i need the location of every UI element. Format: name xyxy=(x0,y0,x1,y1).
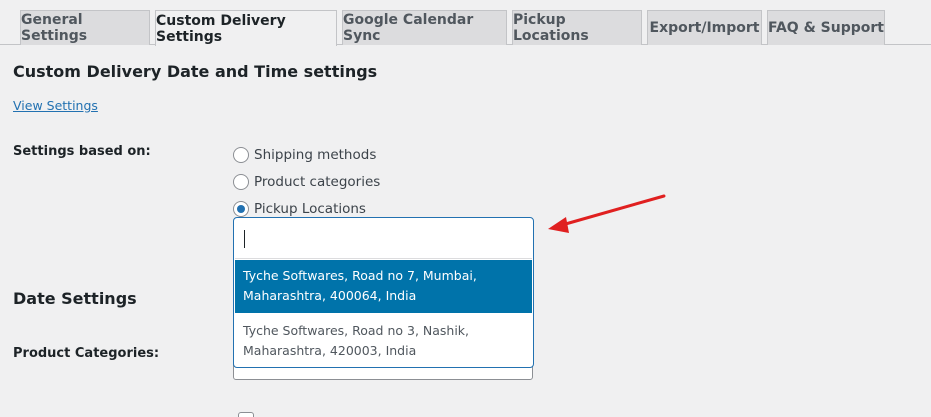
pickup-locations-dropdown[interactable]: Tyche Softwares, Road no 7, Mumbai, Maha… xyxy=(233,217,534,368)
dropdown-search-input[interactable] xyxy=(235,219,532,259)
dropdown-option-nashik[interactable]: Tyche Softwares, Road no 3, Nashik, Maha… xyxy=(235,314,532,367)
radio-button[interactable] xyxy=(233,147,249,163)
radio-option-pickup-locations[interactable]: Pickup Locations xyxy=(233,199,366,219)
page-title: Custom Delivery Date and Time settings xyxy=(13,62,378,81)
radio-label: Product categories xyxy=(254,174,381,190)
settings-based-on-label: Settings based on: xyxy=(13,144,151,159)
text-cursor xyxy=(244,230,245,248)
date-settings-title: Date Settings xyxy=(13,289,137,308)
tab-general-settings[interactable]: General Settings xyxy=(20,10,150,45)
settings-tab-bar: General Settings Custom Delivery Setting… xyxy=(0,0,931,46)
tab-google-calendar-sync[interactable]: Google Calendar Sync xyxy=(342,10,507,45)
radio-button-checked[interactable] xyxy=(233,201,249,217)
radio-button[interactable] xyxy=(233,174,249,190)
radio-option-shipping-methods[interactable]: Shipping methods xyxy=(233,145,376,165)
radio-option-product-categories[interactable]: Product categories xyxy=(233,172,380,192)
dropdown-option-mumbai[interactable]: Tyche Softwares, Road no 7, Mumbai, Maha… xyxy=(235,260,532,313)
checkbox[interactable] xyxy=(238,412,254,417)
option-line-2: Maharashtra, 400064, India xyxy=(243,288,417,303)
tab-pickup-locations[interactable]: Pickup Locations xyxy=(512,10,642,45)
tab-export-import[interactable]: Export/Import xyxy=(647,10,762,45)
option-line-2: Maharashtra, 420003, India xyxy=(243,343,417,358)
product-categories-label: Product Categories: xyxy=(13,346,160,361)
tab-faq-support[interactable]: FAQ & Support xyxy=(767,10,885,45)
view-settings-link[interactable]: View Settings xyxy=(13,98,98,113)
option-line-1: Tyche Softwares, Road no 3, Nashik, xyxy=(243,323,470,338)
radio-label: Pickup Locations xyxy=(254,201,366,217)
option-line-1: Tyche Softwares, Road no 7, Mumbai, xyxy=(243,268,477,283)
radio-label: Shipping methods xyxy=(254,147,377,163)
tab-custom-delivery-settings[interactable]: Custom Delivery Settings xyxy=(155,10,337,46)
